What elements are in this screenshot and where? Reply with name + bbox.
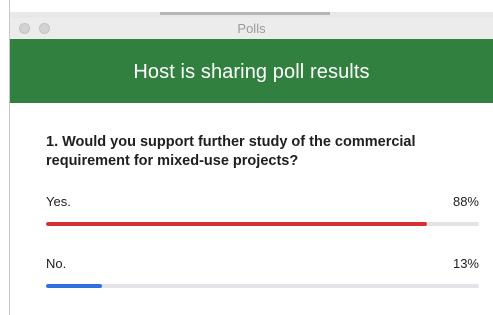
window-title: Polls [237, 21, 266, 36]
title-bar[interactable]: Polls [10, 18, 493, 40]
poll-question: 1. Would you support further study of th… [46, 134, 416, 169]
option-label: Yes. [46, 194, 71, 209]
option-label: No. [46, 256, 67, 271]
polls-window: Polls Host is sharing poll results 1. Wo… [9, 0, 493, 315]
result-bar-track [46, 222, 479, 226]
result-bar-track [46, 284, 479, 288]
option-percent: 88% [452, 194, 479, 209]
result-bar-fill [46, 284, 103, 288]
banner-text: Host is sharing poll results [133, 60, 370, 83]
poll-option-yes: Yes. 88% [46, 194, 479, 226]
sharing-banner: Host is sharing poll results [10, 39, 493, 103]
option-percent: 13% [452, 256, 479, 271]
top-strip-band [160, 12, 330, 15]
poll-option-no: No. 13% [46, 256, 479, 288]
result-bar-fill [46, 222, 428, 226]
